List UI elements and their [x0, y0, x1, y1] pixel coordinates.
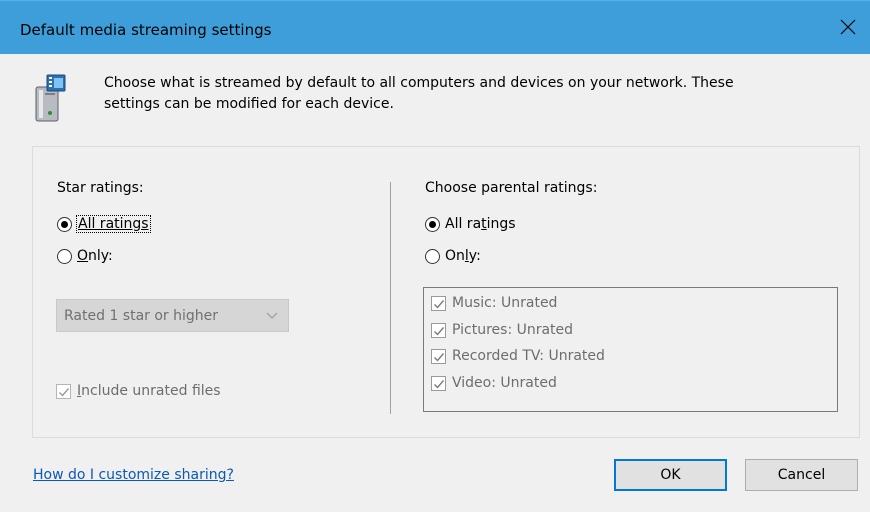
list-item-label: Video: Unrated [452, 375, 557, 391]
star-only-label: Only: [77, 248, 113, 264]
chevron-down-icon [266, 312, 278, 319]
parental-only-label: Only: [445, 248, 481, 264]
checkmark-icon [431, 375, 446, 391]
ok-button[interactable]: OK [614, 459, 727, 491]
window-title: Default media streaming settings [20, 21, 272, 39]
checkmark-icon [431, 348, 446, 364]
checkmark-icon [56, 383, 71, 399]
list-item-label: Music: Unrated [452, 295, 558, 311]
parental-ratings-label: Choose parental ratings: [425, 180, 598, 196]
help-link[interactable]: How do I customize sharing? [33, 467, 234, 483]
vertical-separator [390, 182, 391, 414]
list-item-recorded-tv[interactable]: Recorded TV: Unrated [431, 348, 605, 364]
parental-all-ratings-label: All ratings [445, 216, 516, 232]
star-rating-dropdown-value: Rated 1 star or higher [64, 307, 219, 324]
list-item-music[interactable]: Music: Unrated [431, 295, 557, 311]
star-all-ratings-radio[interactable]: All ratings [57, 215, 151, 233]
radio-selected-icon [57, 216, 72, 232]
cancel-button[interactable]: Cancel [745, 459, 858, 491]
star-all-ratings-label: All ratings [76, 215, 151, 233]
checkmark-icon [431, 322, 446, 338]
description-line-1: Choose what is streamed by default to al… [104, 75, 734, 91]
list-item-video[interactable]: Video: Unrated [431, 375, 557, 391]
list-item-pictures[interactable]: Pictures: Unrated [431, 322, 573, 338]
radio-unselected-icon [425, 248, 440, 264]
star-only-radio[interactable]: Only: [57, 248, 113, 264]
close-button[interactable] [826, 1, 870, 55]
radio-selected-icon [425, 216, 440, 232]
description-line-2: settings can be modified for each device… [104, 96, 394, 112]
title-bar[interactable]: Default media streaming settings [0, 0, 870, 54]
media-device-icon [35, 74, 66, 122]
parental-all-ratings-radio[interactable]: All ratings [425, 216, 516, 232]
include-unrated-label: Include unrated files [77, 383, 221, 399]
checkmark-icon [431, 295, 446, 311]
description: Choose what is streamed by default to al… [104, 73, 844, 115]
list-item-label: Recorded TV: Unrated [452, 348, 605, 364]
parental-only-radio[interactable]: Only: [425, 248, 481, 264]
close-icon [840, 19, 856, 35]
radio-unselected-icon [57, 248, 72, 264]
list-item-label: Pictures: Unrated [452, 322, 574, 338]
include-unrated-checkbox[interactable]: Include unrated files [56, 383, 221, 399]
star-rating-dropdown[interactable]: Rated 1 star or higher [56, 299, 289, 332]
star-ratings-label: Star ratings: [57, 180, 144, 196]
